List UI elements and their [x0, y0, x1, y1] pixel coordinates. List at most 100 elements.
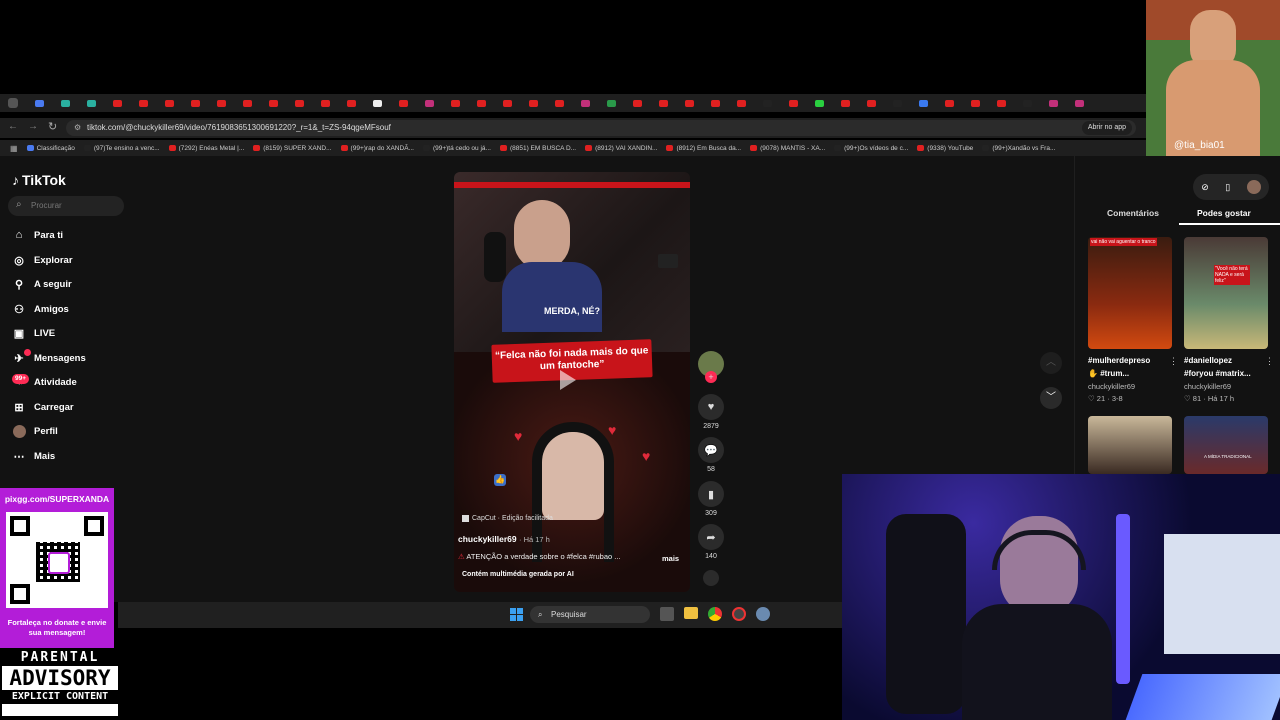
card-options-icon[interactable]: ⋮ — [1265, 356, 1274, 367]
browser-tab[interactable] — [676, 96, 702, 110]
browser-tab[interactable] — [936, 96, 962, 110]
bookmark-item[interactable]: (99+)Os vídeos de c... — [834, 145, 908, 152]
previous-video-button[interactable]: ︿ — [1040, 352, 1062, 374]
browser-tab[interactable] — [260, 96, 286, 110]
browser-tab[interactable] — [130, 96, 156, 110]
browser-tab[interactable] — [390, 96, 416, 110]
browser-tab[interactable] — [364, 96, 390, 110]
browser-tab[interactable] — [728, 96, 754, 110]
browser-tab[interactable] — [520, 96, 546, 110]
browser-tab[interactable] — [754, 96, 780, 110]
apps-icon[interactable]: ▦ — [10, 144, 18, 153]
browser-tab[interactable] — [156, 96, 182, 110]
browser-tab[interactable] — [208, 96, 234, 110]
browser-tab[interactable] — [52, 96, 78, 110]
browser-tab[interactable] — [416, 96, 442, 110]
reload-icon[interactable]: ↻ — [48, 120, 57, 133]
browser-tab[interactable] — [572, 96, 598, 110]
thumb-title[interactable]: #daniellopez — [1184, 356, 1232, 365]
url-input[interactable]: ⚙ tiktok.com/@chuckykiller69/video/76190… — [66, 120, 1136, 136]
recommended-video-thumb[interactable] — [1088, 416, 1172, 474]
sidebar-item-para-ti[interactable]: ⌂ Para ti — [12, 228, 63, 242]
sidebar-item-mais[interactable]: ⋯ Mais — [12, 449, 56, 463]
capcut-tag[interactable]: CapCut · Edição facilitada — [462, 515, 553, 522]
bookmark-item[interactable]: (99+)Xandão vs Fra... — [982, 145, 1055, 152]
browser-tab[interactable] — [442, 96, 468, 110]
video-player[interactable]: MERDA, NÉ? “Felca não foi nada mais do q… — [454, 172, 690, 592]
browser-tab[interactable] — [832, 96, 858, 110]
video-author[interactable]: chuckykiller69 · Há 17 h — [458, 534, 550, 544]
more-link[interactable]: mais — [662, 554, 679, 563]
sidebar-item-a-seguir[interactable]: ⚲ A seguir — [12, 277, 72, 291]
taskbar-search[interactable]: ⌕ Pesquisar — [530, 606, 650, 623]
browser-tab[interactable] — [338, 96, 364, 110]
browser-tab[interactable] — [884, 96, 910, 110]
recommended-video-thumb[interactable]: vai não vai aguentar o tranco — [1088, 237, 1172, 349]
follow-plus-icon[interactable]: + — [705, 371, 717, 383]
forward-icon[interactable]: → — [28, 121, 38, 132]
browser-tab[interactable] — [858, 96, 884, 110]
browser-tab[interactable] — [1014, 96, 1040, 110]
search-input[interactable]: ⌕ Procurar — [8, 196, 124, 216]
browser-tab[interactable] — [234, 96, 260, 110]
bookmark-item[interactable]: (7292) Enéas Metal |... — [168, 145, 244, 152]
thumb-author[interactable]: chuckykiller69 — [1088, 382, 1135, 391]
sidebar-item-carregar[interactable]: ⊞ Carregar — [12, 400, 73, 414]
browser-tab[interactable] — [312, 96, 338, 110]
bookmark-item[interactable]: (99+)tá cedo ou já... — [422, 145, 491, 152]
browser-tab[interactable] — [598, 96, 624, 110]
browser-tab[interactable] — [286, 96, 312, 110]
device-icon[interactable]: ▯ — [1225, 182, 1230, 193]
avatar-icon[interactable] — [1246, 180, 1261, 194]
thumb-author[interactable]: chuckykiller69 — [1184, 382, 1231, 391]
obs-icon[interactable] — [732, 607, 746, 621]
browser-tab[interactable] — [1040, 96, 1066, 110]
sidebar-item-perfil[interactable]: Perfil — [12, 424, 58, 438]
task-view-icon[interactable] — [660, 607, 674, 621]
site-info-icon[interactable]: ⚙ — [74, 120, 81, 136]
sidebar-item-explorar[interactable]: ◎ Explorar — [12, 253, 72, 267]
chrome-icon[interactable] — [708, 607, 722, 621]
browser-tab[interactable] — [182, 96, 208, 110]
browser-tab[interactable] — [806, 96, 832, 110]
browser-tab[interactable] — [780, 96, 806, 110]
bookmark-item[interactable]: (9338) YouTube — [917, 145, 973, 152]
bookmark-item[interactable]: (99+)rap do XANDÃ... — [340, 145, 414, 152]
tab-list-button[interactable] — [0, 96, 26, 110]
bookmark-item[interactable]: (8851) EM BUSCA D... — [499, 145, 576, 152]
browser-tab[interactable] — [624, 96, 650, 110]
browser-tab[interactable] — [104, 96, 130, 110]
browser-tab[interactable] — [650, 96, 676, 110]
file-explorer-icon[interactable] — [684, 607, 698, 619]
author-avatar[interactable]: + — [697, 351, 725, 383]
bookmark-item[interactable]: (97)Te ensino a venc... — [83, 145, 160, 152]
next-video-button[interactable]: ﹀ — [1040, 387, 1062, 409]
browser-tab[interactable] — [468, 96, 494, 110]
browser-tab[interactable] — [1066, 96, 1092, 110]
bookmark-item[interactable]: (8912) Em Busca da... — [666, 145, 741, 152]
browser-tab[interactable] — [494, 96, 520, 110]
thumb-title[interactable]: #mulherdepreso — [1088, 356, 1150, 365]
comment-button[interactable]: 💬 58 — [697, 437, 725, 473]
browser-tab[interactable] — [26, 96, 52, 110]
recommended-video-thumb[interactable]: "Você não terá NADA e será feliz" — [1184, 237, 1268, 349]
recommended-video-thumb[interactable]: A MÍDIA TRADICIONAL — [1184, 416, 1268, 474]
save-button[interactable]: ▮ 309 — [697, 481, 725, 517]
windows-start-icon[interactable] — [510, 608, 523, 621]
browser-tab[interactable] — [702, 96, 728, 110]
like-button[interactable]: ♥ 2879 — [697, 394, 725, 430]
browser-tab[interactable] — [546, 96, 572, 110]
browser-tab[interactable] — [910, 96, 936, 110]
tab-comentarios[interactable]: Comentários — [1107, 208, 1159, 218]
open-in-app-button[interactable]: Abrir no app — [1081, 121, 1132, 135]
browser-tab[interactable] — [988, 96, 1014, 110]
play-icon[interactable] — [560, 370, 576, 390]
music-disc[interactable] — [697, 570, 725, 589]
browser-tab[interactable] — [962, 96, 988, 110]
bookmark-item[interactable]: (8159) SUPER XAND... — [253, 145, 332, 152]
settings-icon[interactable] — [756, 607, 770, 621]
sidebar-item-amigos[interactable]: ⚇ Amigos — [12, 302, 69, 316]
sidebar-item-live[interactable]: ▣ LIVE — [12, 326, 55, 340]
card-options-icon[interactable]: ⋮ — [1169, 356, 1178, 367]
back-icon[interactable]: ← — [8, 121, 18, 132]
